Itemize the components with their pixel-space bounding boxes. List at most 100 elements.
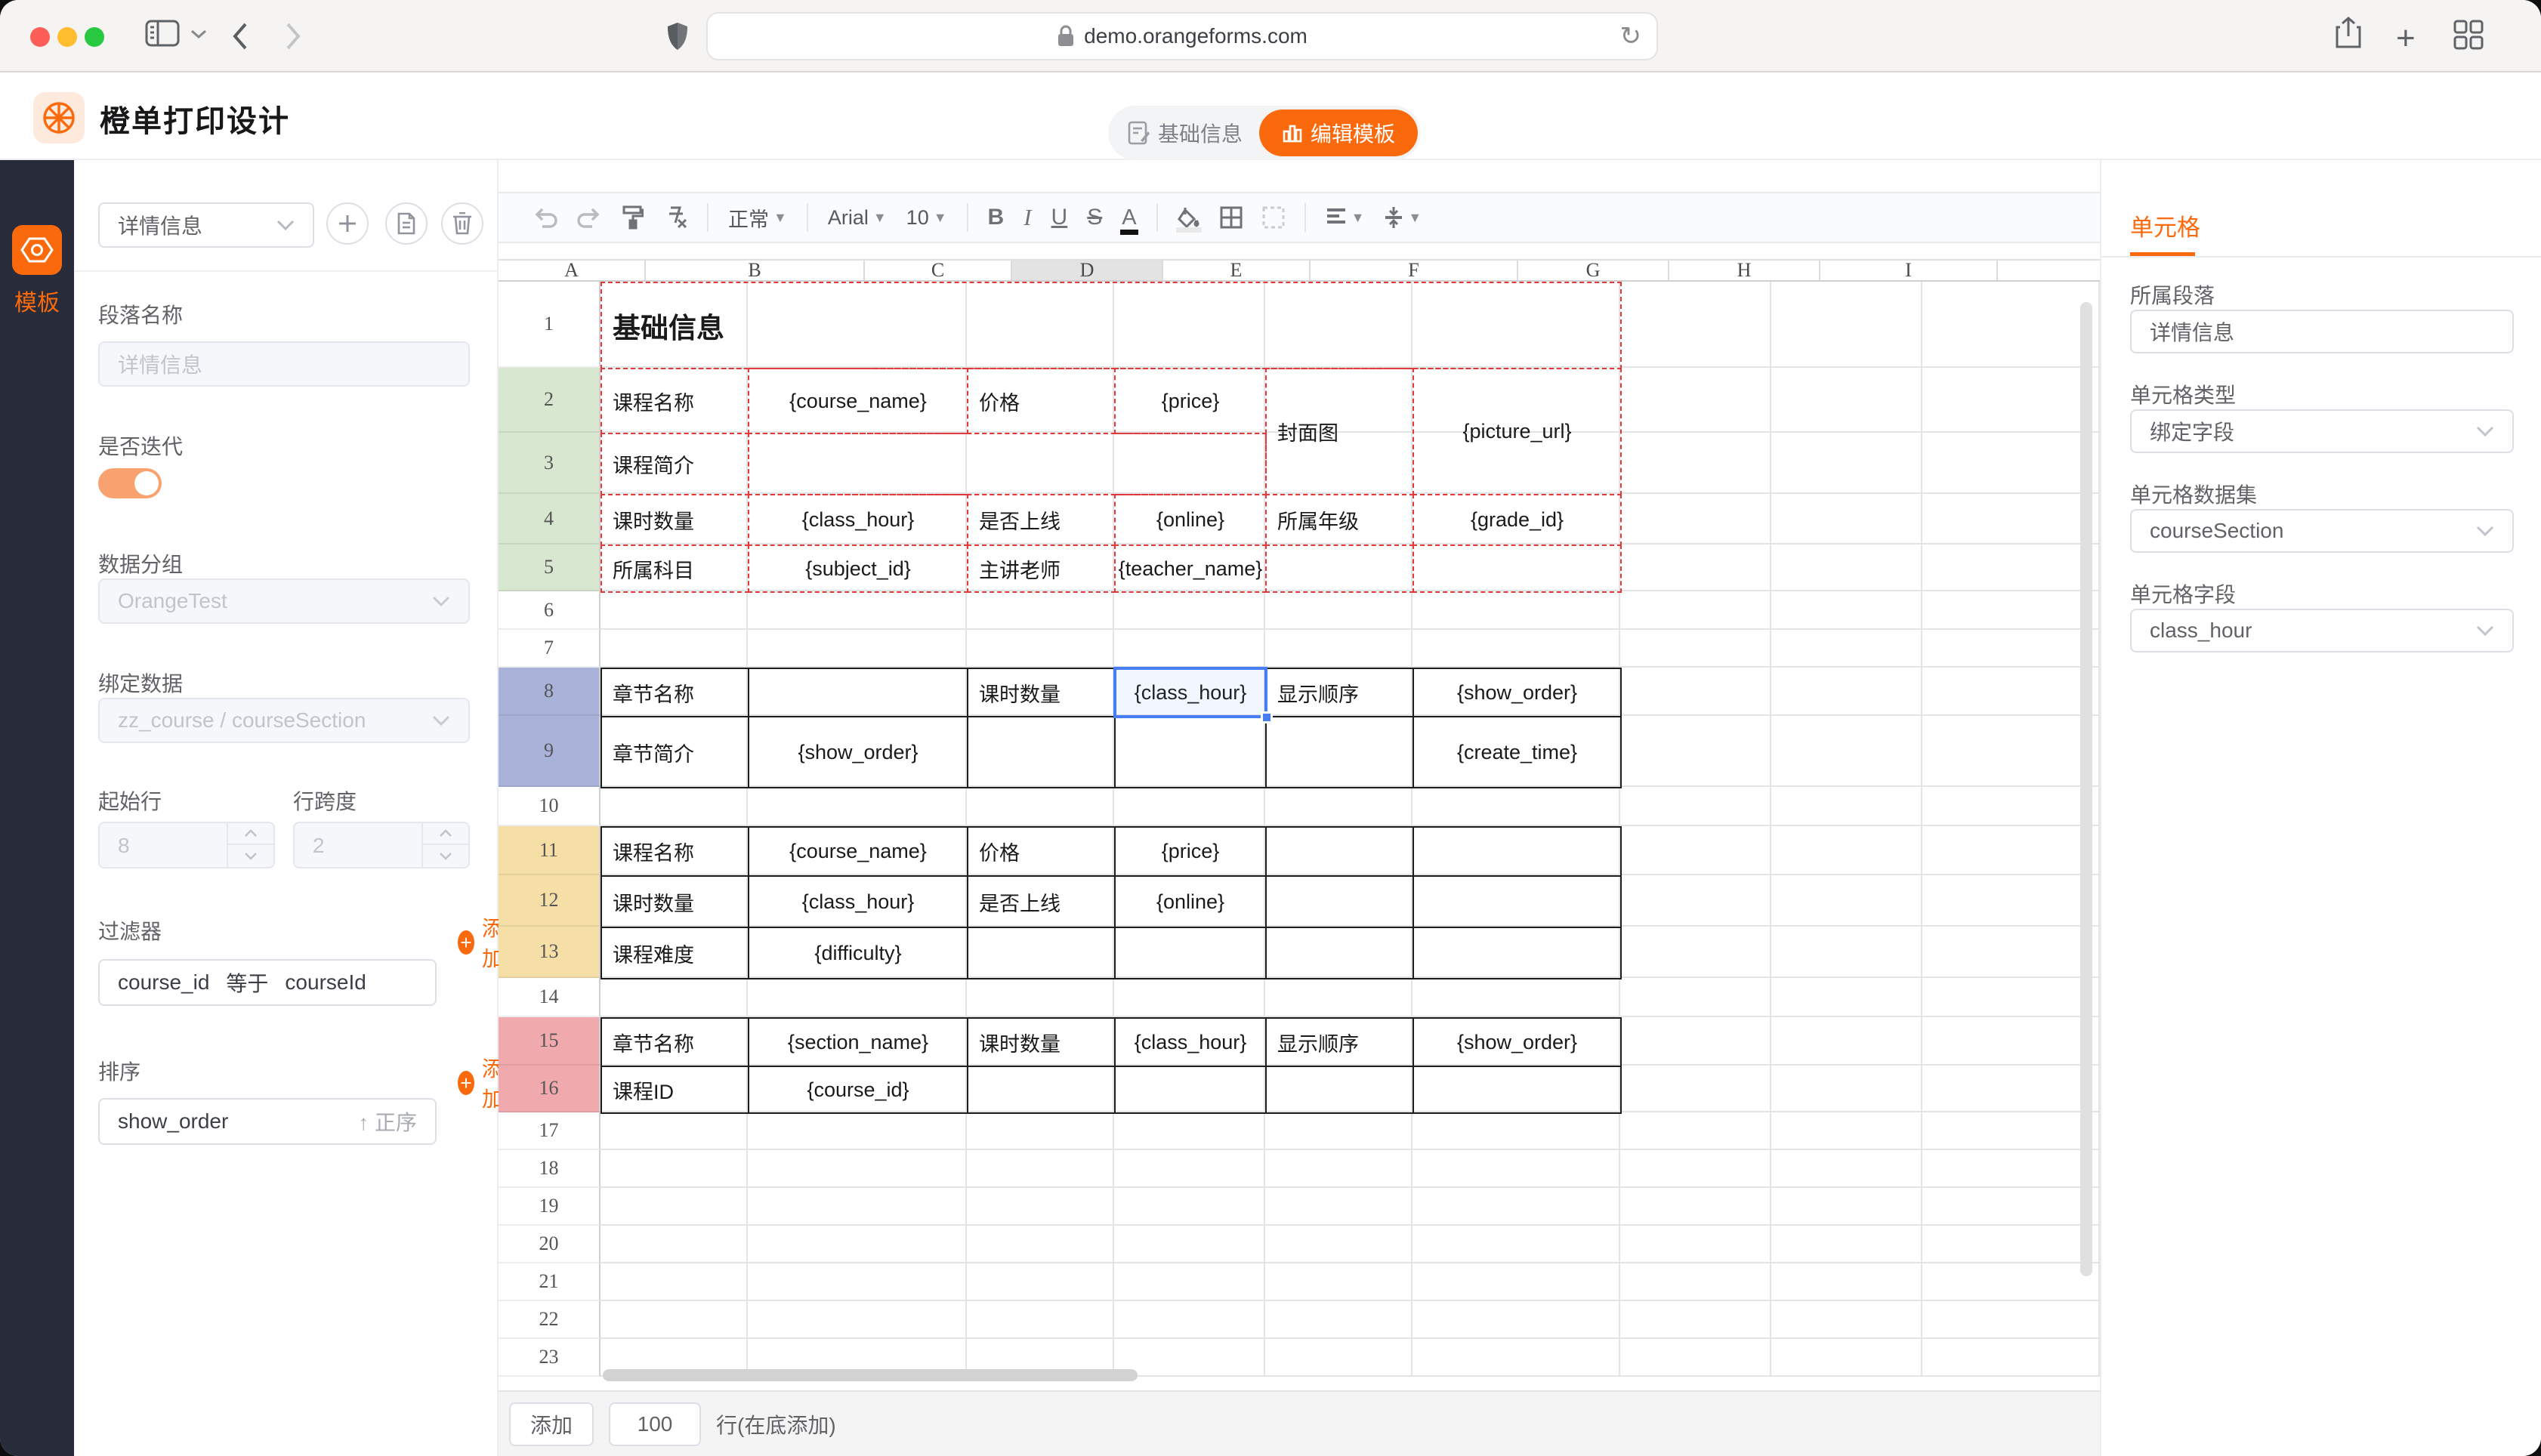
cell-dataset-select[interactable]: courseSection: [2130, 509, 2514, 553]
template-cell[interactable]: 价格: [967, 368, 1116, 434]
grid-cell[interactable]: [1620, 875, 1771, 925]
template-cell[interactable]: 课时数量: [967, 668, 1116, 717]
sidebar-toggle-icon[interactable]: [145, 18, 180, 48]
template-cell[interactable]: {online}: [1114, 875, 1267, 928]
start-row-stepper[interactable]: 8: [98, 822, 275, 868]
grid-cell[interactable]: [1620, 1301, 1771, 1337]
grid-cell[interactable]: [1771, 368, 1922, 431]
paint-format-icon[interactable]: [621, 205, 644, 230]
grid-cell[interactable]: [1413, 1263, 1620, 1300]
add-rows-button[interactable]: 添加: [509, 1402, 594, 1446]
grid-cell[interactable]: [1265, 630, 1413, 666]
grid-cell[interactable]: [1771, 1066, 1922, 1111]
grid-cell[interactable]: [1413, 978, 1620, 1016]
step-up-icon[interactable]: [228, 823, 273, 845]
row-header-23[interactable]: 23: [499, 1339, 601, 1377]
grid-cell[interactable]: [1413, 1112, 1620, 1149]
template-cell[interactable]: [1265, 875, 1414, 928]
fill-color-icon[interactable]: [1178, 207, 1200, 228]
grid-cell[interactable]: [601, 1301, 748, 1337]
strikethrough-icon[interactable]: S: [1087, 205, 1102, 230]
template-cell[interactable]: 所属科目: [601, 544, 749, 593]
grid-cell[interactable]: [1922, 1150, 2100, 1186]
grid-cell[interactable]: [967, 1226, 1114, 1262]
grid-cell[interactable]: [1114, 591, 1265, 628]
grid-cell[interactable]: [1413, 1226, 1620, 1262]
template-cell[interactable]: {class_hour}: [748, 494, 968, 546]
share-icon[interactable]: [2336, 17, 2361, 50]
column-header-F[interactable]: F: [1311, 261, 1518, 280]
font-family-dropdown[interactable]: Arial▼: [828, 206, 887, 230]
copy-section-button[interactable]: [385, 202, 428, 245]
grid-cell[interactable]: [1922, 630, 2100, 666]
grid-cell[interactable]: [1771, 494, 1922, 543]
template-cell[interactable]: {difficulty}: [748, 927, 968, 979]
template-cell[interactable]: [1265, 826, 1414, 877]
bold-icon[interactable]: B: [988, 205, 1005, 230]
row-header-19[interactable]: 19: [499, 1188, 601, 1226]
grid-cell[interactable]: [967, 1150, 1114, 1186]
template-cell[interactable]: {course_name}: [748, 368, 968, 434]
grid-cell[interactable]: [1771, 1188, 1922, 1224]
row-header-8[interactable]: 8: [499, 668, 601, 716]
grid-cell[interactable]: [1922, 1301, 2100, 1337]
template-cell[interactable]: 是否上线: [967, 875, 1116, 928]
template-nav-button[interactable]: [12, 225, 62, 275]
grid-cell[interactable]: [1265, 1188, 1413, 1224]
vertical-scrollbar[interactable]: [2080, 302, 2092, 1276]
grid-cell[interactable]: [1620, 494, 1771, 543]
grid-cell[interactable]: [1771, 927, 1922, 976]
grid-cell[interactable]: [1771, 787, 1922, 825]
chevron-down-icon[interactable]: [190, 29, 207, 39]
template-cell[interactable]: {class_hour}: [748, 875, 968, 928]
underline-icon[interactable]: U: [1051, 205, 1068, 230]
cell-type-select[interactable]: 绑定字段: [2130, 409, 2514, 453]
grid-cell[interactable]: [1413, 1150, 1620, 1186]
template-cell[interactable]: [1413, 544, 1622, 593]
grid-cell[interactable]: [1771, 978, 1922, 1016]
back-button[interactable]: [231, 21, 249, 51]
grid-cell[interactable]: [1114, 1188, 1265, 1224]
grid-cell[interactable]: [1413, 1301, 1620, 1337]
grid-cell[interactable]: [601, 1226, 748, 1262]
grid-cell[interactable]: [1620, 1017, 1771, 1064]
filter-row[interactable]: course_id 等于 courseId: [98, 959, 437, 1006]
grid-cell[interactable]: [1771, 1301, 1922, 1337]
grid-cell[interactable]: [1620, 282, 1771, 366]
column-header-H[interactable]: H: [1669, 261, 1820, 280]
grid-cell[interactable]: [1620, 1112, 1771, 1149]
grid-cell[interactable]: [1413, 591, 1620, 628]
column-header-A[interactable]: A: [499, 261, 646, 280]
tab-overview-icon[interactable]: [2453, 20, 2484, 50]
grid-cell[interactable]: [1413, 1188, 1620, 1224]
row-header-10[interactable]: 10: [499, 787, 601, 826]
grid-cell[interactable]: [1265, 591, 1413, 628]
grid-cell[interactable]: [1922, 544, 2100, 590]
template-cell[interactable]: {show_order}: [748, 716, 968, 788]
grid-cell[interactable]: [601, 630, 748, 666]
cell-field-select[interactable]: class_hour: [2130, 609, 2514, 652]
template-cell[interactable]: [1413, 927, 1622, 979]
borders-icon[interactable]: [1220, 206, 1243, 229]
grid-cell[interactable]: [1922, 1263, 2100, 1300]
row-header-3[interactable]: 3: [499, 433, 601, 494]
grid-cell[interactable]: [1922, 1339, 2100, 1375]
template-cell[interactable]: [1413, 1066, 1622, 1114]
row-header-7[interactable]: 7: [499, 630, 601, 668]
grid-cell[interactable]: [1114, 978, 1265, 1016]
grid-cell[interactable]: [967, 591, 1114, 628]
row-header-16[interactable]: 16: [499, 1066, 601, 1112]
grid-cell[interactable]: [967, 1188, 1114, 1224]
row-header-4[interactable]: 4: [499, 494, 601, 544]
grid-cell[interactable]: [601, 787, 748, 825]
grid-cell[interactable]: [1922, 875, 2100, 925]
row-header-13[interactable]: 13: [499, 927, 601, 978]
template-cell[interactable]: 课时数量: [601, 494, 749, 546]
grid-cell[interactable]: [1620, 1188, 1771, 1224]
template-cell[interactable]: 课程名称: [601, 826, 749, 877]
bind-data-select[interactable]: zz_course / courseSection: [98, 698, 470, 743]
minimize-window-button[interactable]: [57, 27, 77, 47]
grid-cell[interactable]: [748, 1301, 967, 1337]
grid-cell[interactable]: [1922, 433, 2100, 492]
grid-cell[interactable]: [748, 1263, 967, 1300]
